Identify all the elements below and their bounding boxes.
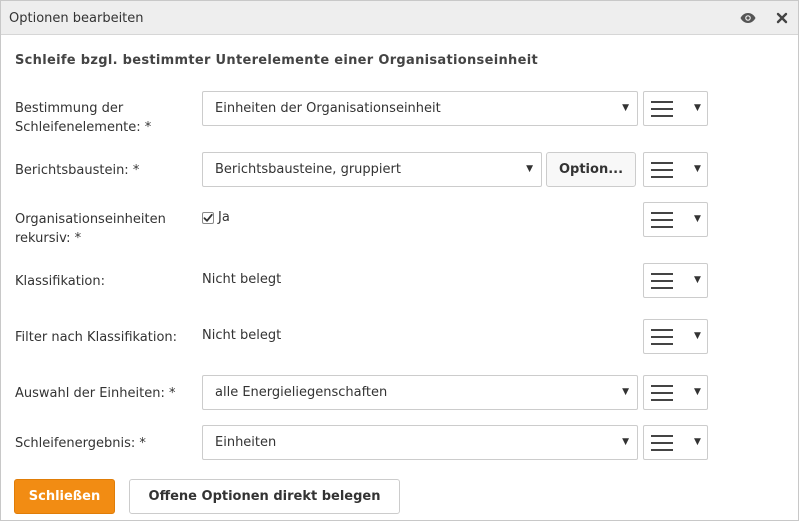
section-heading: Schleife bzgl. bestimmter Unterelemente … (15, 53, 538, 68)
chevron-down-icon: ▼ (694, 214, 701, 224)
chevron-down-icon: ▼ (694, 387, 701, 397)
chevron-down-icon: ▼ (694, 437, 701, 447)
rekursiv-menu-button[interactable]: ▼ (643, 202, 708, 237)
bestimmung-select[interactable]: Einheiten der Organisationseinheit ▼ (202, 91, 638, 126)
rekursiv-label: Organisationseinheiten rekursiv: * (15, 210, 166, 248)
auswahl-label: Auswahl der Einheiten: * (15, 386, 176, 401)
dialog-titlebar: Optionen bearbeiten (1, 1, 798, 35)
klassifikation-menu-button[interactable]: ▼ (643, 263, 708, 298)
klassifikation-value: Nicht belegt (202, 272, 282, 287)
hamburger-icon (651, 385, 673, 401)
filter-label: Filter nach Klassifikation: (15, 330, 178, 345)
close-button[interactable]: Schließen (14, 479, 115, 514)
rekursiv-label-line2: rekursiv: * (15, 231, 82, 246)
rekursiv-label-line1: Organisationseinheiten (15, 212, 166, 227)
chevron-down-icon: ▼ (694, 103, 701, 113)
rekursiv-checkbox-label: Ja (218, 210, 230, 225)
options-dialog: Optionen bearbeiten Schleife bzgl. besti… (0, 0, 799, 521)
bestimmung-label-line2: Schleifenelemente: * (15, 120, 152, 135)
chevron-down-icon: ▼ (622, 387, 629, 397)
chevron-down-icon: ▼ (526, 164, 533, 174)
hamburger-icon (651, 162, 673, 178)
assign-open-options-button[interactable]: Offene Optionen direkt belegen (129, 479, 400, 514)
berichtsbaustein-select[interactable]: Berichtsbausteine, gruppiert ▼ (202, 152, 542, 187)
auswahl-select[interactable]: alle Energieliegenschaften ▼ (202, 375, 638, 410)
bestimmung-menu-button[interactable]: ▼ (643, 91, 708, 126)
chevron-down-icon: ▼ (694, 164, 701, 174)
auswahl-menu-button[interactable]: ▼ (643, 375, 708, 410)
bestimmung-label-line1: Bestimmung der (15, 101, 124, 116)
eye-icon[interactable] (739, 9, 757, 27)
berichtsbaustein-label: Berichtsbaustein: * (15, 163, 140, 178)
rekursiv-checkbox-group: Ja (202, 210, 230, 225)
ergebnis-select-value: Einheiten (215, 435, 277, 450)
checkmark-icon (203, 213, 213, 222)
berichtsbaustein-option-button[interactable]: Option... (546, 152, 636, 187)
dialog-title: Optionen bearbeiten (9, 11, 144, 26)
chevron-down-icon: ▼ (694, 275, 701, 285)
auswahl-select-value: alle Energieliegenschaften (215, 385, 388, 400)
rekursiv-checkbox[interactable] (202, 211, 214, 224)
filter-menu-button[interactable]: ▼ (643, 319, 708, 354)
bestimmung-label: Bestimmung der Schleifenelemente: * (15, 99, 151, 137)
hamburger-icon (651, 212, 673, 228)
hamburger-icon (651, 329, 673, 345)
chevron-down-icon: ▼ (622, 437, 629, 447)
hamburger-icon (651, 435, 673, 451)
close-icon[interactable] (773, 9, 791, 27)
ergebnis-label: Schleifenergebnis: * (15, 436, 146, 451)
bestimmung-select-value: Einheiten der Organisationseinheit (215, 101, 441, 116)
berichtsbaustein-select-value: Berichtsbausteine, gruppiert (215, 162, 401, 177)
hamburger-icon (651, 101, 673, 117)
berichtsbaustein-menu-button[interactable]: ▼ (643, 152, 708, 187)
chevron-down-icon: ▼ (694, 331, 701, 341)
klassifikation-label: Klassifikation: (15, 274, 105, 289)
ergebnis-menu-button[interactable]: ▼ (643, 425, 708, 460)
filter-value: Nicht belegt (202, 328, 282, 343)
hamburger-icon (651, 273, 673, 289)
chevron-down-icon: ▼ (622, 103, 629, 113)
ergebnis-select[interactable]: Einheiten ▼ (202, 425, 638, 460)
